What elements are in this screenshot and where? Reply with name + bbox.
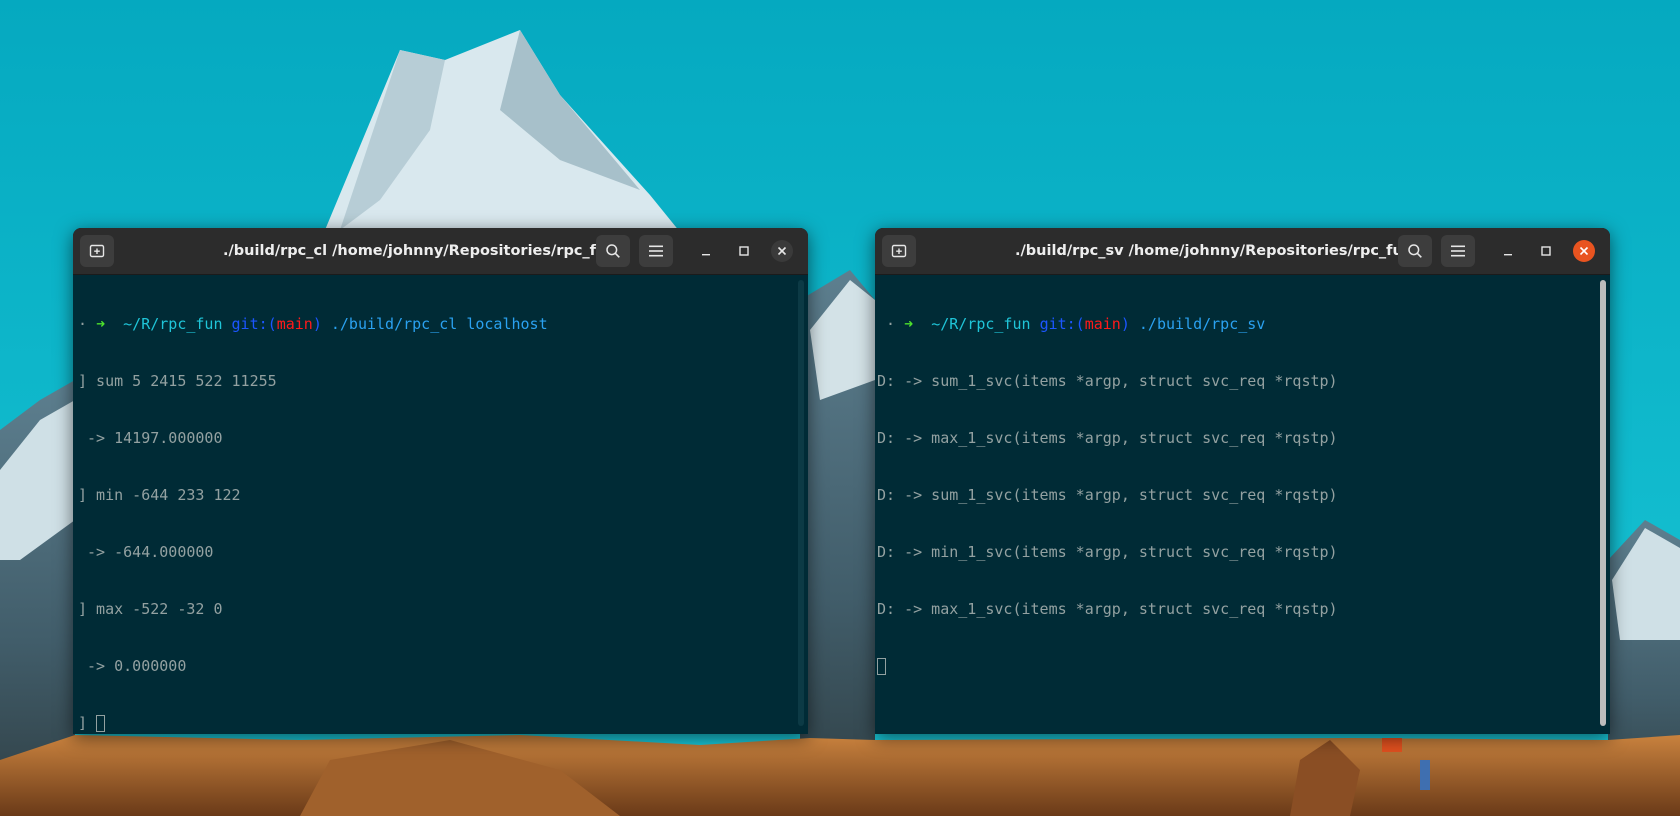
git-label: git:( [231,315,277,333]
search-icon [606,244,620,258]
prompt-arrow: ➜ [904,315,914,333]
minimize-icon [702,254,710,256]
output-line: ] min -644 233 122 [78,486,241,504]
prompt-command: ./build/rpc_sv [1138,315,1266,333]
maximize-icon [739,246,749,256]
output-line: ] max -522 -32 0 [78,600,223,618]
menu-button[interactable] [639,235,673,267]
menu-button[interactable] [1441,235,1475,267]
log-line: D: -> max_1_svc(items *argp, struct svc_… [877,429,1338,447]
terminal-output[interactable]: · ➜ ~/R/rpc_fun git:(main) ./build/rpc_s… [875,275,1610,734]
minimize-button[interactable] [695,240,717,262]
titlebar[interactable]: ./build/rpc_sv /home/johnny/Repositories… [875,228,1610,275]
prompt-path: ~/R/rpc_fun [931,315,1031,333]
output-line: ] sum 5 2415 522 11255 [78,372,277,390]
git-branch: main [1084,315,1121,333]
terminal-output[interactable]: · ➜ ~/R/rpc_fun git:(main) ./build/rpc_c… [73,275,808,734]
new-tab-button[interactable] [882,235,916,267]
close-button[interactable] [771,240,793,262]
prompt-line: · ➜ ~/R/rpc_fun git:(main) ./build/rpc_s… [877,315,1610,334]
output-line: -> -644.000000 [78,543,214,561]
hamburger-menu-icon [1451,245,1465,257]
new-tab-icon [891,244,907,258]
output-line: -> 14197.000000 [78,429,223,447]
input-line[interactable]: ] [78,714,808,733]
new-tab-button[interactable] [80,235,114,267]
close-icon [1579,246,1589,256]
input-prompt: ] [78,714,97,732]
prompt-dot: · [886,315,896,333]
prompt-path: ~/R/rpc_fun [123,315,223,333]
new-tab-icon [89,244,105,258]
minimize-icon [1504,254,1512,256]
log-line: D: -> min_1_svc(items *argp, struct svc_… [877,543,1338,561]
close-button[interactable] [1573,240,1595,262]
log-line: D: -> max_1_svc(items *argp, struct svc_… [877,600,1338,618]
prompt-line: · ➜ ~/R/rpc_fun git:(main) ./build/rpc_c… [78,315,808,334]
output-line: -> 0.000000 [78,657,187,675]
search-button[interactable] [1398,235,1432,267]
prompt-arrow: ➜ [96,315,106,333]
input-line[interactable] [877,657,1610,676]
scrollbar[interactable] [798,280,804,726]
server-terminal-window[interactable]: ./build/rpc_sv /home/johnny/Repositories… [875,228,1610,734]
log-line: D: -> sum_1_svc(items *argp, struct svc_… [877,372,1338,390]
git-branch: main [276,315,313,333]
close-icon [777,246,787,256]
maximize-icon [1541,246,1551,256]
git-label-close: ) [1120,315,1130,333]
git-label: git:( [1039,315,1085,333]
minimize-button[interactable] [1497,240,1519,262]
window-title: ./build/rpc_cl /home/johnny/Repositories… [223,243,617,259]
prompt-dot: · [78,315,88,333]
hamburger-menu-icon [649,245,663,257]
client-terminal-window[interactable]: ./build/rpc_cl /home/johnny/Repositories… [73,228,808,734]
search-icon [1408,244,1422,258]
prompt-command: ./build/rpc_cl localhost [330,315,548,333]
text-cursor [96,715,106,732]
log-line: D: -> sum_1_svc(items *argp, struct svc_… [877,486,1338,504]
text-cursor [877,658,886,675]
titlebar[interactable]: ./build/rpc_cl /home/johnny/Repositories… [73,228,808,275]
search-button[interactable] [596,235,630,267]
maximize-button[interactable] [1535,240,1557,262]
window-title: ./build/rpc_sv /home/johnny/Repositories… [1015,243,1414,259]
maximize-button[interactable] [733,240,755,262]
scrollbar[interactable] [1600,280,1606,726]
git-label-close: ) [312,315,322,333]
